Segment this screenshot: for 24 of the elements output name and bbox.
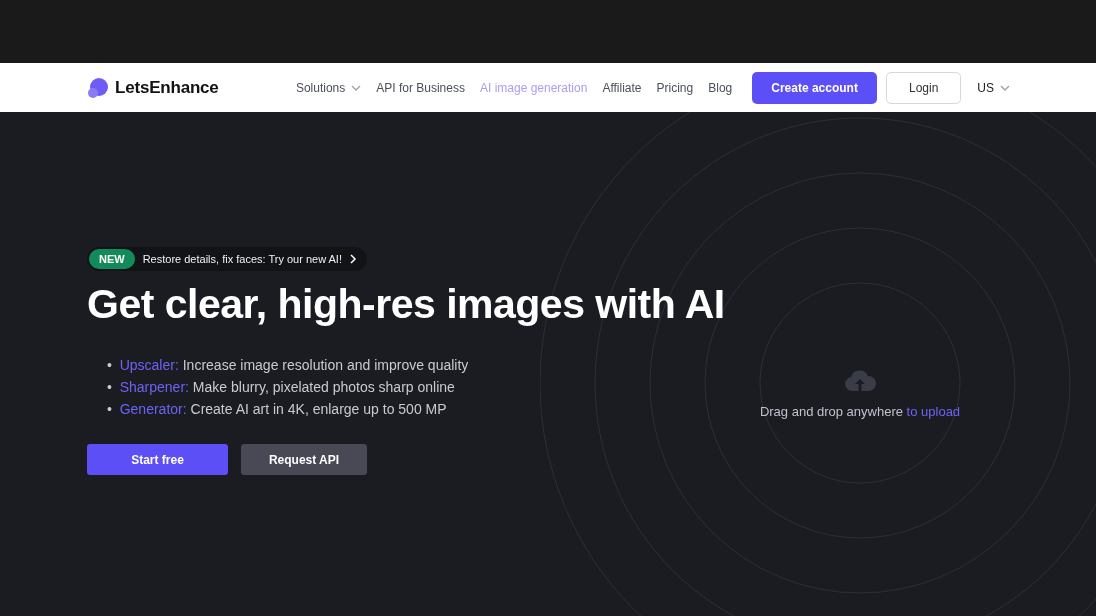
nav-link[interactable]: Affiliate: [602, 80, 642, 95]
login-button[interactable]: Login: [885, 71, 962, 104]
start-free-button[interactable]: Start free: [87, 444, 228, 475]
logo-text: LetsEnhance: [115, 77, 219, 98]
feature-item: • Upscaler: Increase image resolution and improve quality: [107, 356, 469, 375]
create-account-button[interactable]: Create account: [752, 71, 877, 104]
request-api-button[interactable]: Request API: [241, 444, 367, 475]
feature-item: • Sharpener: Make blurry, pixelated photos sharp online: [107, 378, 455, 397]
nav-link[interactable]: Solutions: [295, 80, 362, 95]
feature-item: • Generator: Create AI art in 4K, enlarge up to 500 MP: [107, 400, 447, 419]
chevron-down-icon: [1000, 84, 1010, 91]
nav-link[interactable]: API for Business: [376, 80, 465, 95]
headline: Get clear, high-res images with AI: [87, 281, 726, 328]
upload-instruction: Drag and drop anywhere to upload: [759, 404, 961, 419]
upload-link[interactable]: to upload: [906, 404, 961, 419]
region-selector[interactable]: US: [971, 79, 1016, 96]
nav-link[interactable]: Pricing: [656, 80, 694, 95]
nav-link[interactable]: Blog: [708, 80, 733, 95]
announcement-text: Restore details, fix faces: Try our new AI!: [142, 253, 342, 265]
announcement-link[interactable]: NEW Restore details, fix faces: Try our new AI!: [87, 247, 367, 271]
cloud-upload-icon: [844, 370, 876, 392]
new-badge: NEW: [89, 249, 135, 269]
chevron-right-icon: [350, 254, 357, 264]
logo-icon: [87, 76, 109, 99]
